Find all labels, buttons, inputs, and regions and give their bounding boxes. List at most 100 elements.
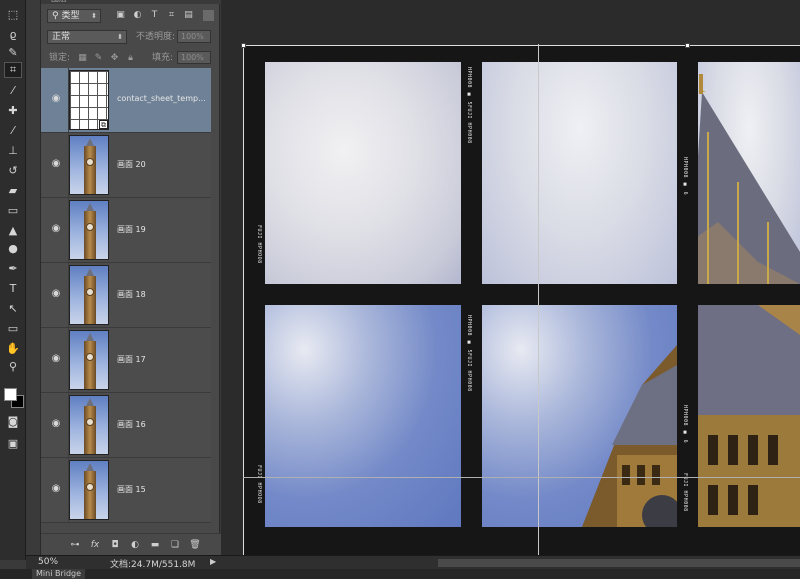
layer-thumbnail[interactable] xyxy=(69,395,109,455)
eye-icon[interactable]: ◉ xyxy=(50,419,62,429)
blur-tool-icon[interactable]: ▲ xyxy=(4,222,22,238)
thumbnail-clock xyxy=(86,418,94,426)
canvas-area[interactable]: FUJI HPHOO8 HPH008 ■ 5 FUJI HPH008 HPH00… xyxy=(221,0,800,555)
clone-stamp-tool-icon[interactable]: ⊥ xyxy=(4,142,22,158)
thumbnail-clock xyxy=(86,353,94,361)
film-edge-text: HPH008 ■ 5 xyxy=(466,315,472,354)
eraser-tool-icon[interactable]: ▰ xyxy=(4,182,22,198)
opacity-field[interactable]: 100% xyxy=(177,30,211,43)
thumbnail-tower xyxy=(84,341,96,389)
trash-icon[interactable]: 🗑︎ xyxy=(189,539,201,551)
fill-field[interactable]: 100% xyxy=(177,51,211,64)
horizontal-scrollbar[interactable] xyxy=(438,559,800,567)
screen-mode-icon[interactable]: ▣ xyxy=(4,435,22,451)
fx-icon[interactable]: fx xyxy=(89,539,101,551)
film-edge-text: HPH008 ■ 6 xyxy=(682,405,688,444)
healing-brush-tool-icon[interactable]: ✚ xyxy=(4,102,22,118)
status-menu-arrow-icon[interactable]: ▶ xyxy=(210,557,216,566)
zoom-level[interactable]: 50% xyxy=(38,557,58,567)
dodge-tool-icon[interactable]: ● xyxy=(4,240,22,256)
layer-row[interactable]: ◉ 画面 17 xyxy=(41,328,211,393)
lock-pixels-icon[interactable]: ✎ xyxy=(93,53,104,64)
eye-icon[interactable]: ◉ xyxy=(50,94,62,104)
eyedropper-tool-icon[interactable]: ⁄ xyxy=(4,82,22,98)
gradient-tool-icon[interactable]: ▭ xyxy=(4,202,22,218)
type-tool-icon[interactable]: T xyxy=(4,280,22,296)
layer-name[interactable]: 画面 20 xyxy=(117,159,146,170)
mask-icon[interactable]: ◘ xyxy=(109,539,121,551)
status-bar: 50% 文档:24.7M/551.8M ▶ xyxy=(26,555,800,570)
layer-name[interactable]: 画面 16 xyxy=(117,419,146,430)
thumbnail-clock xyxy=(86,223,94,231)
layer-row[interactable]: ◉ 画面 18 xyxy=(41,263,211,328)
folder-icon[interactable]: ▬ xyxy=(149,539,161,551)
blend-mode-value: 正常 xyxy=(52,32,71,42)
tab-mini-bridge[interactable]: Mini Bridge xyxy=(32,569,86,579)
crop-handle-top[interactable] xyxy=(685,43,690,48)
layer-name[interactable]: 画面 17 xyxy=(117,354,146,365)
eye-icon[interactable]: ◉ xyxy=(50,354,62,364)
foreground-color-swatch[interactable] xyxy=(4,388,17,401)
filter-pixel-icon[interactable]: ▣ xyxy=(115,10,126,21)
layer-thumbnail[interactable] xyxy=(69,200,109,260)
lock-position-icon[interactable]: ✥ xyxy=(109,53,120,64)
frame-cell xyxy=(482,62,677,284)
brush-tool-icon[interactable]: ⁄ xyxy=(4,122,22,138)
shape-tool-icon[interactable]: ▭ xyxy=(4,320,22,336)
layer-row[interactable]: ◉ 画面 16 xyxy=(41,393,211,458)
history-brush-tool-icon[interactable]: ↺ xyxy=(4,162,22,178)
lock-transparent-icon[interactable]: ▦ xyxy=(77,53,88,64)
quick-mask-icon[interactable]: ◙ xyxy=(4,413,22,429)
marquee-tool-icon[interactable]: ⬚ xyxy=(4,6,22,22)
guide-vertical[interactable] xyxy=(538,44,539,557)
link-icon[interactable]: ⊶ xyxy=(69,539,81,551)
lock-all-icon[interactable]: 🔒︎ xyxy=(125,53,136,64)
layer-thumbnail[interactable] xyxy=(69,330,109,390)
layer-row[interactable]: ◉ 画面 15 xyxy=(41,458,211,523)
layer-thumbnail[interactable] xyxy=(69,135,109,195)
eye-icon[interactable]: ◉ xyxy=(50,289,62,299)
pen-tool-icon[interactable]: ✒ xyxy=(4,260,22,276)
filter-adjustment-icon[interactable]: ◐ xyxy=(132,10,143,21)
layer-row[interactable]: ◉ ⧉ contact_sheet_temp... xyxy=(41,68,211,133)
lock-label: 锁定: xyxy=(49,53,71,63)
guide-horizontal[interactable] xyxy=(243,477,800,478)
new-layer-icon[interactable]: ❏ xyxy=(169,539,181,551)
filter-kind-select[interactable]: ⚲ 类型 ⬍ xyxy=(47,9,101,23)
layer-name[interactable]: 画面 15 xyxy=(117,484,146,495)
layer-thumbnail[interactable] xyxy=(69,265,109,325)
eye-icon[interactable]: ◉ xyxy=(50,224,62,234)
lasso-tool-icon[interactable]: ϱ xyxy=(4,26,22,42)
filter-type-icon[interactable]: T xyxy=(149,10,160,21)
zoom-tool-icon[interactable]: ⚲ xyxy=(4,358,22,374)
layer-row[interactable]: ◉ 画面 20 xyxy=(41,133,211,198)
layer-name[interactable]: 画面 18 xyxy=(117,289,146,300)
frame-cell xyxy=(698,305,800,527)
crop-border-top xyxy=(243,45,800,46)
filter-smart-object-icon[interactable]: ▤ xyxy=(183,10,194,21)
big-ben-tower-right xyxy=(698,305,800,527)
thumbnail-tower xyxy=(84,146,96,194)
tools-panel: ⬚ ϱ ✎ ⌗ ⁄ ✚ ⁄ ⊥ ↺ ▰ ▭ ▲ ● ✒ T ↖ ▭ ✋ ⚲ ◙ … xyxy=(0,0,26,560)
layer-thumbnail[interactable] xyxy=(69,460,109,520)
smart-object-icon: ⧉ xyxy=(99,120,108,129)
eye-icon[interactable]: ◉ xyxy=(50,484,62,494)
layer-name[interactable]: 画面 19 xyxy=(117,224,146,235)
quick-select-tool-icon[interactable]: ✎ xyxy=(4,44,22,60)
filter-shape-icon[interactable]: ⌗ xyxy=(166,10,177,21)
adjustment-icon[interactable]: ◐ xyxy=(129,539,141,551)
path-select-tool-icon[interactable]: ↖ xyxy=(4,300,22,316)
crop-tool-icon[interactable]: ⌗ xyxy=(4,62,22,78)
filter-toggle-icon[interactable] xyxy=(203,10,214,21)
eye-icon[interactable]: ◉ xyxy=(50,159,62,169)
crop-handle-top-left[interactable] xyxy=(241,43,246,48)
layer-row[interactable]: ◉ 画面 19 xyxy=(41,198,211,263)
chevron-down-icon: ⬍ xyxy=(91,12,97,20)
blend-mode-select[interactable]: 正常 ⬍ xyxy=(47,30,127,44)
document-canvas[interactable]: FUJI HPHOO8 HPH008 ■ 5 FUJI HPH008 HPH00… xyxy=(244,45,800,555)
hand-tool-icon[interactable]: ✋ xyxy=(4,340,22,356)
photoshop-window: ⬚ ϱ ✎ ⌗ ⁄ ✚ ⁄ ⊥ ↺ ▰ ▭ ▲ ● ✒ T ↖ ▭ ✋ ⚲ ◙ … xyxy=(0,0,800,579)
thumbnail-clock xyxy=(86,288,94,296)
layer-name[interactable]: contact_sheet_temp... xyxy=(117,94,206,103)
chevron-down-icon: ⬍ xyxy=(117,33,123,41)
